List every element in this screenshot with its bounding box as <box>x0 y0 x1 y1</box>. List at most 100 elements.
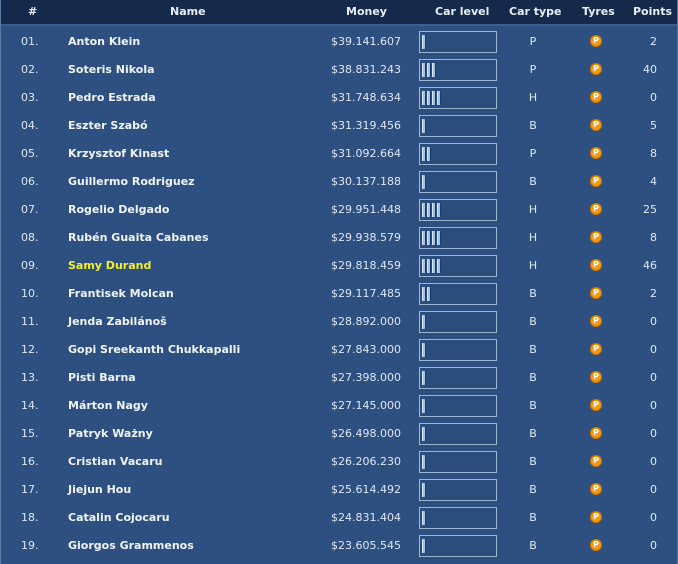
money: $28.892.000 <box>331 315 401 328</box>
driver-name[interactable]: Frantisek Molcan <box>68 288 174 300</box>
driver-name[interactable]: Jenda Zabilánoš <box>68 316 167 328</box>
money: $30.137.188 <box>331 175 401 188</box>
car-level-bar <box>422 539 426 553</box>
points: 2 <box>650 35 657 48</box>
car-level-meter <box>419 367 497 389</box>
header-points: Points <box>633 5 673 18</box>
car-level-meter <box>419 87 497 109</box>
money: $31.092.664 <box>331 147 401 160</box>
car-level-bar <box>437 231 441 245</box>
driver-name[interactable]: Rubén Guaita Cabanes <box>68 232 209 244</box>
points: 8 <box>650 231 657 244</box>
driver-name[interactable]: Soteris Nikola <box>68 64 155 76</box>
driver-name[interactable]: Krzysztof Kinast <box>68 148 169 160</box>
car-level-meter <box>419 423 497 445</box>
driver-name[interactable]: Rogelio Delgado <box>68 204 169 216</box>
car-level-bar <box>422 287 426 301</box>
points: 0 <box>650 371 657 384</box>
position: 15. <box>21 427 39 440</box>
car-level-bar <box>432 203 436 217</box>
driver-name[interactable]: Gopi Sreekanth Chukkapalli <box>68 344 240 356</box>
driver-name[interactable]: Patryk Ważny <box>68 428 153 440</box>
money: $29.818.459 <box>331 259 401 272</box>
tyre-icon: P <box>590 91 602 103</box>
car-level-bar <box>422 483 426 497</box>
tyre-icon: P <box>590 287 602 299</box>
car-level-bar <box>422 511 426 525</box>
driver-name[interactable]: Guillermo Rodriguez <box>68 176 195 188</box>
car-level-meter <box>419 143 497 165</box>
car-level-meter <box>419 395 497 417</box>
position: 13. <box>21 371 39 384</box>
money: $29.117.485 <box>331 287 401 300</box>
car-level-meter <box>419 507 497 529</box>
car-level-meter <box>419 171 497 193</box>
tyre-icon: P <box>590 511 602 523</box>
table-row: 05. Krzysztof Kinast $31.092.664 P P 8 <box>1 140 677 168</box>
table-row: 18. Catalin Cojocaru $24.831.404 B P 0 <box>1 504 677 532</box>
car-level-bar <box>422 315 426 329</box>
tyre-icon: P <box>590 231 602 243</box>
tyre-icon: P <box>590 63 602 75</box>
driver-name[interactable]: Catalin Cojocaru <box>68 512 170 524</box>
table-row: 07. Rogelio Delgado $29.951.448 H P 25 <box>1 196 677 224</box>
car-type: P <box>529 147 537 160</box>
car-type: B <box>529 511 537 524</box>
car-level-bar <box>422 91 426 105</box>
driver-name[interactable]: Giorgos Grammenos <box>68 540 194 552</box>
car-level-meter <box>419 283 497 305</box>
position: 04. <box>21 119 39 132</box>
car-type: H <box>528 259 538 272</box>
driver-name[interactable]: Pisti Barna <box>68 372 136 384</box>
car-level-meter <box>419 311 497 333</box>
tyre-icon: P <box>590 203 602 215</box>
car-level-bar <box>437 91 441 105</box>
table-row: 01. Anton Klein $39.141.607 P P 2 <box>1 28 677 56</box>
table-row: 16. Cristian Vacaru $26.206.230 B P 0 <box>1 448 677 476</box>
car-type: P <box>529 63 537 76</box>
driver-name[interactable]: Jiejun Hou <box>68 484 131 496</box>
car-level-meter <box>419 199 497 221</box>
car-level-meter <box>419 479 497 501</box>
position: 02. <box>21 63 39 76</box>
points: 0 <box>650 539 657 552</box>
points: 0 <box>650 483 657 496</box>
money: $27.145.000 <box>331 399 401 412</box>
car-level-bar <box>427 63 431 77</box>
table-row: 14. Márton Nagy $27.145.000 B P 0 <box>1 392 677 420</box>
car-level-meter <box>419 535 497 557</box>
table-row: 04. Eszter Szabó $31.319.456 B P 5 <box>1 112 677 140</box>
points: 40 <box>643 63 657 76</box>
money: $26.206.230 <box>331 455 401 468</box>
car-level-bar <box>422 259 426 273</box>
driver-name[interactable]: Pedro Estrada <box>68 92 156 104</box>
car-level-bar <box>422 231 426 245</box>
driver-name[interactable]: Samy Durand <box>68 260 151 272</box>
points: 25 <box>643 203 657 216</box>
car-level-bar <box>432 63 436 77</box>
driver-name[interactable]: Anton Klein <box>68 36 140 48</box>
car-type: B <box>529 315 537 328</box>
table-row: 06. Guillermo Rodriguez $30.137.188 B P 4 <box>1 168 677 196</box>
position: 05. <box>21 147 39 160</box>
table-row: 09. Samy Durand $29.818.459 H P 46 <box>1 252 677 280</box>
car-level-bar <box>432 91 436 105</box>
position: 01. <box>21 35 39 48</box>
driver-name[interactable]: Cristian Vacaru <box>68 456 162 468</box>
tyre-icon: P <box>590 147 602 159</box>
points: 0 <box>650 91 657 104</box>
points: 0 <box>650 315 657 328</box>
position: 07. <box>21 203 39 216</box>
tyre-icon: P <box>590 371 602 383</box>
header-tyres: Tyres <box>582 5 615 18</box>
car-type: H <box>528 91 538 104</box>
tyre-icon: P <box>590 259 602 271</box>
position: 18. <box>21 511 39 524</box>
standings-panel: # Name Money Car level Car type Tyres Po… <box>0 0 678 564</box>
tyre-icon: P <box>590 483 602 495</box>
car-type: B <box>529 427 537 440</box>
tyre-icon: P <box>590 343 602 355</box>
driver-name[interactable]: Márton Nagy <box>68 400 148 412</box>
car-level-bar <box>422 175 426 189</box>
driver-name[interactable]: Eszter Szabó <box>68 120 148 132</box>
